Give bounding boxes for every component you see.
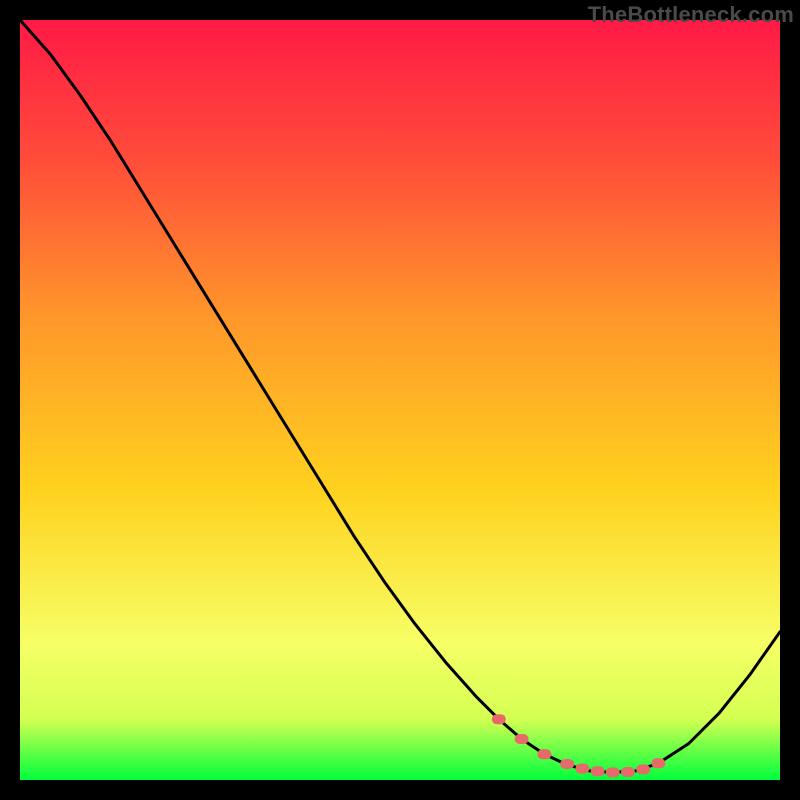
marker-dot — [492, 714, 506, 724]
marker-dot — [621, 767, 635, 777]
gradient-background — [20, 20, 780, 780]
marker-dot — [636, 764, 650, 774]
marker-dot — [606, 767, 620, 777]
bottleneck-chart — [20, 20, 780, 780]
marker-dot — [575, 764, 589, 774]
marker-dot — [651, 758, 665, 768]
marker-dot — [537, 749, 551, 759]
watermark-text: TheBottleneck.com — [588, 2, 794, 28]
marker-dot — [591, 766, 605, 776]
marker-dot — [515, 734, 529, 744]
marker-dot — [560, 759, 574, 769]
